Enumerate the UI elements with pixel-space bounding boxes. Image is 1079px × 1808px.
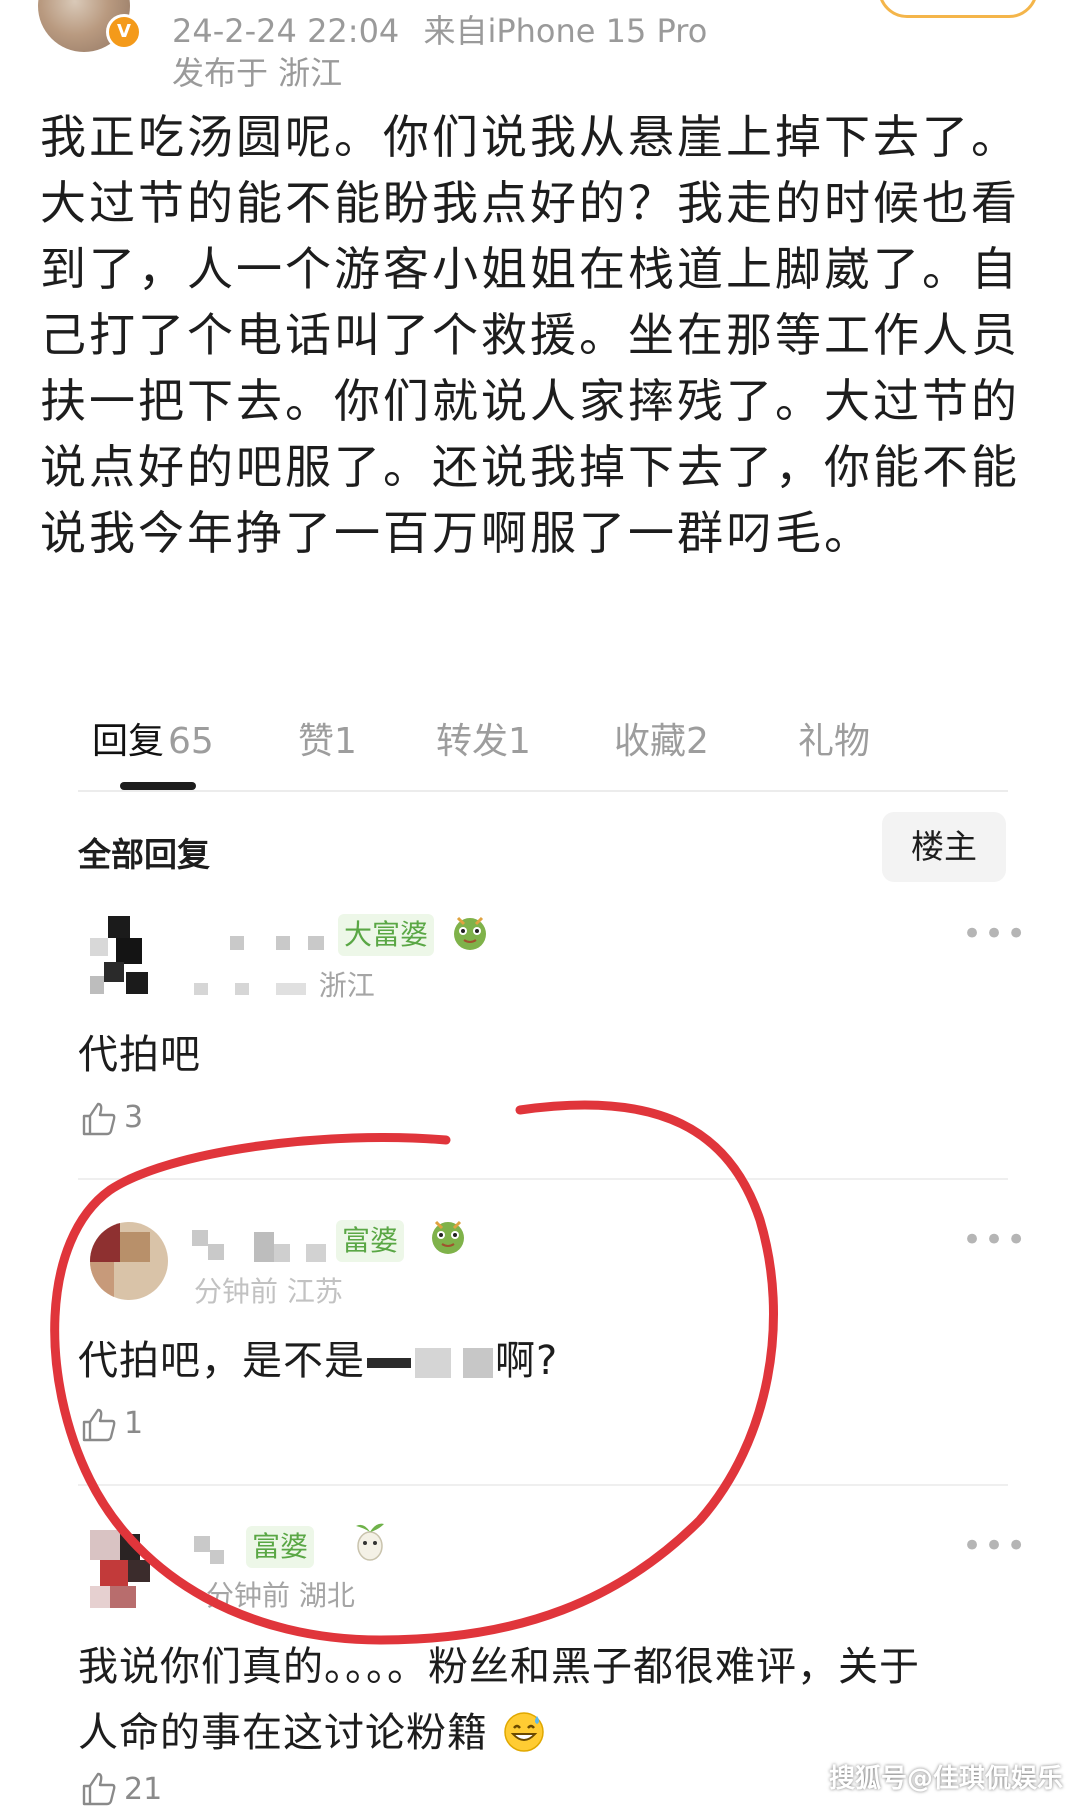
comment-text-line: 我说你们真的。。。。粉丝和黑子都很难评，关于 [78, 1644, 920, 1690]
tab-count: 1 [508, 721, 531, 762]
post-datetime: 24-2-24 22:04 [172, 12, 400, 50]
commenter-avatar[interactable] [90, 1530, 168, 1608]
post-line: 我正吃汤圆呢。你们说我从悬崖上掉下去了。 [40, 110, 1020, 164]
redacted-block [367, 1358, 411, 1368]
like-count: 21 [124, 1772, 163, 1807]
post-line: 扶一把下去。你们就说人家摔残了。大过节的 [40, 374, 1020, 428]
post-source: 来自iPhone 15 Pro [423, 12, 708, 50]
comment-location: 浙江 [318, 969, 375, 1002]
commenter-name-blurred[interactable] [190, 1532, 250, 1572]
sprout-mascot-icon [356, 1523, 384, 1561]
commenter-avatar[interactable] [90, 1222, 168, 1300]
tab-label: 转发 [436, 721, 509, 762]
follow-button[interactable] [878, 0, 1038, 18]
tab-favorites[interactable]: 收藏2 [614, 712, 709, 764]
comment-meta: 浙江 [194, 964, 375, 1004]
blur-mark [275, 983, 306, 995]
comment-divider [78, 1484, 1008, 1486]
redacted-block [415, 1348, 451, 1378]
comment-meta: 分钟前 江苏 [194, 1270, 343, 1310]
tab-count: 2 [686, 721, 709, 762]
comment-more-button[interactable]: ••• [962, 1223, 1028, 1257]
like-icon[interactable] [80, 1406, 118, 1444]
comment-text-start: 代拍吧，是不是 [78, 1338, 365, 1384]
comment-divider [78, 1178, 1008, 1180]
op-only-filter-button[interactable]: 楼主 [882, 812, 1006, 882]
tab-label: 回复 [92, 721, 165, 762]
commenter-avatar[interactable] [90, 916, 168, 994]
comment-time-location: 分钟前 江苏 [194, 1275, 343, 1308]
fan-badge: 富婆 [246, 1526, 315, 1568]
blur-mark [194, 983, 208, 995]
tab-replies[interactable]: 回复 65 [92, 712, 214, 764]
tab-gifts[interactable]: 礼物 [798, 712, 870, 764]
blur-mark [234, 983, 249, 995]
all-replies-title: 全部回复 [78, 835, 210, 874]
comment-text-segment: 人命的事在这讨论粉籍 [78, 1710, 488, 1756]
fan-badge: 富婆 [336, 1220, 405, 1262]
commenter-name-blurred[interactable] [190, 1226, 340, 1270]
comment-meta: 分钟前 湖北 [206, 1574, 355, 1614]
tab-label: 收藏 [614, 721, 687, 762]
tab-label: 礼物 [798, 721, 871, 762]
tab-count: 1 [334, 721, 357, 762]
redacted-block [463, 1348, 493, 1378]
post-meta-time: 24-2-24 22:04 来自iPhone 15 Pro [172, 6, 707, 52]
sweat-smile-emoji-icon [503, 1712, 544, 1752]
post-line: 到了，人一个游客小姐姐在栈道上脚崴了。自 [40, 242, 1020, 296]
post-line: 说点好的吧服了。还说我掉下去了，你能不能 [40, 440, 1020, 494]
like-count: 3 [124, 1100, 144, 1135]
comment-text-end: 啊? [495, 1338, 559, 1384]
comment-time-location: 分钟前 湖北 [206, 1579, 355, 1612]
dragon-icon [454, 916, 486, 950]
like-icon[interactable] [80, 1770, 118, 1808]
post-line: 己打了个电话叫了个救援。坐在那等工作人员 [40, 308, 1020, 362]
verified-badge-icon: V [106, 14, 142, 50]
comment-more-button[interactable]: ••• [962, 1529, 1028, 1563]
tab-reposts[interactable]: 转发1 [436, 712, 531, 764]
dragon-icon [432, 1220, 464, 1254]
post-body: 我正吃汤圆呢。你们说我从悬崖上掉下去了。 大过节的能不能盼我点好的？我走的时候也… [40, 104, 1050, 566]
like-icon[interactable] [80, 1100, 118, 1138]
tab-label: 赞 [298, 721, 335, 762]
commenter-name-blurred[interactable] [190, 922, 330, 962]
comment-text: 代拍吧，是不是 啊? [78, 1328, 558, 1386]
like-count: 1 [124, 1406, 144, 1441]
post-line: 大过节的能不能盼我点好的？我走的时候也看 [40, 176, 1020, 230]
comment-text-line: 人命的事在这讨论粉籍 [78, 1700, 546, 1758]
comment-more-button[interactable]: ••• [962, 917, 1028, 951]
fan-badge: 大富婆 [338, 914, 435, 956]
comment-text: 代拍吧 [78, 1032, 201, 1078]
tab-active-indicator [120, 782, 196, 790]
post-line: 说我今年挣了一百万啊服了一群叼毛。 [40, 506, 873, 560]
source-watermark: 搜狐号@佳琪侃娱乐 [828, 1764, 1063, 1794]
tab-likes[interactable]: 赞1 [298, 712, 357, 764]
tab-count: 65 [168, 721, 214, 762]
post-location: 发布于 浙江 [172, 54, 343, 92]
tabs-divider [78, 790, 1008, 792]
